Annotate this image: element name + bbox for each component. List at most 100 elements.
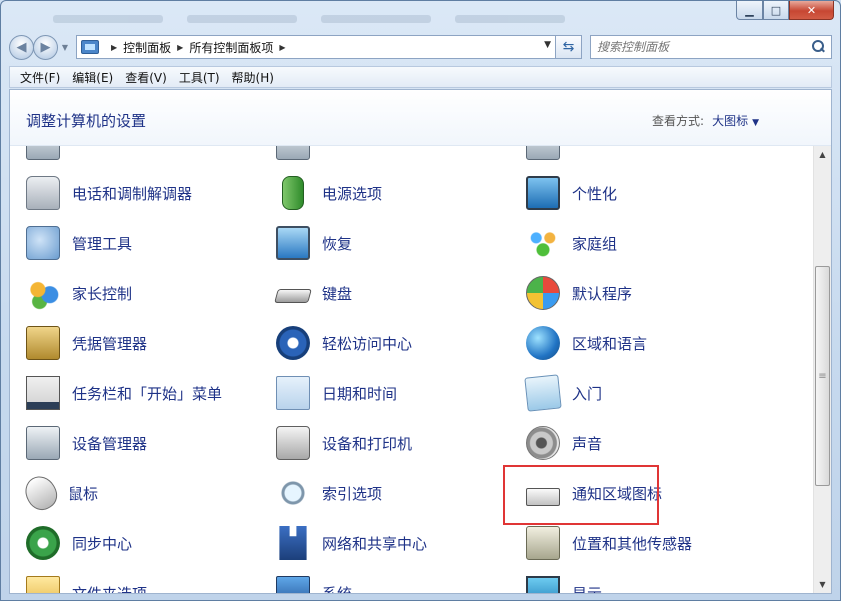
maximize-button[interactable]: □ xyxy=(763,1,789,20)
partial-icon xyxy=(276,146,310,160)
control-panel-item[interactable]: 文件夹选项 xyxy=(10,568,260,593)
control-panel-item[interactable]: 电话和调制解调器 xyxy=(10,168,260,218)
search-box[interactable] xyxy=(590,35,832,59)
breadcrumb-control-panel[interactable]: 控制面板 xyxy=(123,39,171,56)
item-label: 家庭组 xyxy=(572,234,618,253)
control-panel-item[interactable]: 位置和其他传感器 xyxy=(510,518,760,568)
menu-help[interactable]: 帮助(H) xyxy=(226,69,280,86)
default-programs-icon xyxy=(526,276,560,310)
item-label: 电源选项 xyxy=(322,184,383,203)
ease-of-access-icon xyxy=(276,326,310,360)
item-label: 恢复 xyxy=(322,234,353,253)
scroll-up-arrow-icon[interactable]: ▲ xyxy=(814,146,831,163)
content-header: 调整计算机的设置 查看方式: 大图标 ▼ xyxy=(10,90,831,146)
control-panel-item[interactable]: 个性化 xyxy=(510,168,760,218)
homegroup-icon xyxy=(526,226,560,260)
search-input[interactable] xyxy=(597,40,777,54)
mouse-icon xyxy=(19,470,63,516)
control-panel-item[interactable]: 设备管理器 xyxy=(10,418,260,468)
control-panel-item[interactable]: 家庭组 xyxy=(510,218,760,268)
item-label: 入门 xyxy=(572,384,603,403)
items-grid: 电话和调制解调器 电源选项 个性化管理工具 恢复 家庭组家长控制 键盘 默认程序凭据管理器 轻… xyxy=(10,146,813,593)
dropdown-caret-icon[interactable]: ▼ xyxy=(752,118,759,128)
personalize-icon xyxy=(526,176,560,210)
item-label: 设备和打印机 xyxy=(322,434,413,453)
item-label: 凭据管理器 xyxy=(72,334,148,353)
item-label: 设备管理器 xyxy=(72,434,148,453)
breadcrumb-all-items[interactable]: 所有控制面板项 xyxy=(189,39,273,56)
taskbar-icon xyxy=(26,376,60,410)
control-panel-item[interactable]: 系统 xyxy=(260,568,510,593)
item-label: 键盘 xyxy=(322,284,353,303)
item-label: 鼠标 xyxy=(68,484,99,503)
control-panel-item[interactable]: 入门 xyxy=(510,368,760,418)
control-panel-item[interactable]: 通知区域图标 xyxy=(510,468,760,518)
control-panel-item[interactable] xyxy=(10,146,260,168)
menu-tools[interactable]: 工具(T) xyxy=(173,69,226,86)
recent-pages-dropdown[interactable]: ▼ xyxy=(58,43,72,52)
control-panel-item[interactable]: 轻松访问中心 xyxy=(260,318,510,368)
item-label: 默认程序 xyxy=(572,284,633,303)
control-panel-item[interactable]: 电源选项 xyxy=(260,168,510,218)
control-panel-items: 电话和调制解调器 电源选项 个性化管理工具 恢复 家庭组家长控制 键盘 默认程序凭据管理器 轻… xyxy=(10,146,813,593)
item-label: 声音 xyxy=(572,434,603,453)
forward-button[interactable]: ▶ xyxy=(33,34,58,60)
notification-area-icon xyxy=(526,488,560,506)
control-panel-item[interactable]: 默认程序 xyxy=(510,268,760,318)
menu-file[interactable]: 文件(F) xyxy=(14,69,66,86)
battery-icon xyxy=(282,176,304,210)
back-arrow-icon: ◀ xyxy=(16,39,27,55)
control-panel-item[interactable]: 管理工具 xyxy=(10,218,260,268)
parental-control-icon xyxy=(26,276,60,310)
phone-modem-icon xyxy=(26,176,60,210)
breadcrumb-chevron-icon[interactable]: ▶ xyxy=(111,43,117,52)
globe-clock-icon xyxy=(526,326,560,360)
control-panel-item[interactable]: 同步中心 xyxy=(10,518,260,568)
view-by-dropdown[interactable]: 大图标 xyxy=(712,114,748,128)
item-label: 系统 xyxy=(322,583,352,594)
control-panel-item[interactable]: 网络和共享中心 xyxy=(260,518,510,568)
scroll-down-arrow-icon[interactable]: ▼ xyxy=(814,576,831,593)
scroll-thumb[interactable]: ≡ xyxy=(815,266,830,486)
refresh-button[interactable]: ⇆ xyxy=(556,35,582,59)
breadcrumb-chevron-icon[interactable]: ▶ xyxy=(177,43,183,52)
speaker-icon xyxy=(526,426,560,460)
control-panel-item[interactable]: 声音 xyxy=(510,418,760,468)
control-panel-item[interactable]: 任务栏和「开始」菜单 xyxy=(10,368,260,418)
back-button[interactable]: ◀ xyxy=(9,34,34,60)
control-panel-item[interactable]: 设备和打印机 xyxy=(260,418,510,468)
control-panel-item[interactable]: 恢复 xyxy=(260,218,510,268)
item-label: 索引选项 xyxy=(322,484,383,503)
credential-vault-icon xyxy=(26,326,60,360)
item-label: 任务栏和「开始」菜单 xyxy=(72,384,223,403)
control-panel-item[interactable]: 日期和时间 xyxy=(260,368,510,418)
control-panel-item[interactable]: 凭据管理器 xyxy=(10,318,260,368)
keyboard-icon xyxy=(274,289,312,303)
control-panel-item[interactable]: 显示 xyxy=(510,568,760,593)
control-panel-item[interactable]: 区域和语言 xyxy=(510,318,760,368)
control-panel-item[interactable] xyxy=(510,146,760,168)
control-panel-item[interactable]: 鼠标 xyxy=(10,468,260,518)
address-dropdown-icon[interactable]: ▼ xyxy=(544,40,551,50)
item-label: 文件夹选项 xyxy=(72,583,147,594)
partial-icon xyxy=(526,146,560,160)
vertical-scrollbar[interactable]: ▲ ≡ ▼ xyxy=(813,146,831,593)
menu-edit[interactable]: 编辑(E) xyxy=(66,69,119,86)
control-panel-item[interactable]: 索引选项 xyxy=(260,468,510,518)
address-bar[interactable]: ▶ 控制面板 ▶ 所有控制面板项 ▶ ▼ xyxy=(76,35,556,59)
folder-icon xyxy=(26,576,60,593)
search-icon[interactable] xyxy=(811,40,825,54)
item-label: 通知区域图标 xyxy=(572,484,663,503)
control-panel-item[interactable] xyxy=(260,146,510,168)
content-pane: 调整计算机的设置 查看方式: 大图标 ▼ 电话和调制解调器 电源选项 个性化 管理工具 恢复… xyxy=(9,89,832,594)
control-panel-item[interactable]: 键盘 xyxy=(260,268,510,318)
breadcrumb-chevron-icon[interactable]: ▶ xyxy=(279,43,285,52)
item-label: 同步中心 xyxy=(72,534,133,553)
item-label: 轻松访问中心 xyxy=(322,334,413,353)
admin-tools-icon xyxy=(26,226,60,260)
minimize-button[interactable]: ▁ xyxy=(736,1,763,20)
menu-view[interactable]: 查看(V) xyxy=(119,69,173,86)
item-label: 管理工具 xyxy=(72,234,133,253)
close-button[interactable]: ✕ xyxy=(789,1,834,20)
control-panel-item[interactable]: 家长控制 xyxy=(10,268,260,318)
